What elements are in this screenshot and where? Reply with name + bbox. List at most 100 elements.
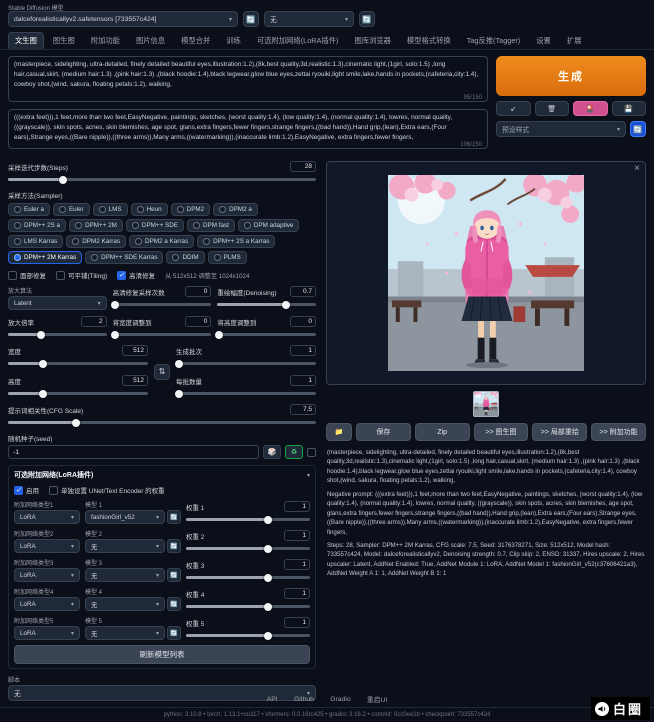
slider-knob[interactable] <box>282 301 290 309</box>
hires-fix-checkbox[interactable]: 高清修复 <box>117 270 155 280</box>
tab-gallery[interactable]: 图库浏览器 <box>347 32 397 49</box>
lora-type-dropdown[interactable]: LoRA▾ <box>14 626 80 640</box>
api-link[interactable]: API <box>267 696 278 703</box>
swap-dimensions-button[interactable]: ⇅ <box>154 364 170 380</box>
refresh-vae-button[interactable]: 🔄 <box>359 11 375 27</box>
sampler-option[interactable]: Euler a <box>8 203 50 216</box>
resize-height-slider[interactable] <box>217 333 316 336</box>
refresh-lora-button[interactable]: 🔄 <box>167 597 181 611</box>
face-restore-checkbox[interactable]: 面部修复 <box>8 270 46 280</box>
sampler-option[interactable]: DPM2 Karras <box>66 235 126 248</box>
lora-model-dropdown[interactable]: 无▾ <box>85 539 165 553</box>
send-to-inpaint-button[interactable]: >> 局部重绘 <box>532 423 587 441</box>
slider-knob[interactable] <box>264 632 272 640</box>
sampler-option[interactable]: Heun <box>131 203 168 216</box>
tab-pnginfo[interactable]: 图片信息 <box>129 32 172 49</box>
tiling-checkbox[interactable]: 可平铺(Tiling) <box>56 270 107 280</box>
open-folder-button[interactable]: 📁 <box>326 423 352 441</box>
tab-merge[interactable]: 模型合并 <box>174 32 217 49</box>
restart-ui-link[interactable]: 重启UI <box>351 694 388 704</box>
lora-separate-weights-checkbox[interactable]: 单独设置 UNet/Text Encoder 的权重 <box>49 485 165 495</box>
slider-knob[interactable] <box>39 360 47 368</box>
lora-weight-slider[interactable] <box>186 547 310 550</box>
sampler-option[interactable]: DPM2 a Karras <box>129 235 194 248</box>
tab-extras[interactable]: 附加功能 <box>84 32 127 49</box>
sampler-option[interactable]: DPM++ SDE <box>126 219 184 232</box>
clear-prompt-button[interactable]: 🗑 <box>535 101 570 116</box>
lora-weight-slider[interactable] <box>186 576 310 579</box>
sampler-option[interactable]: DDIM <box>166 251 204 264</box>
upscale-by-slider[interactable] <box>8 333 107 336</box>
tab-converter[interactable]: 模型格式转换 <box>400 32 458 49</box>
lora-type-dropdown[interactable]: LoRA▾ <box>14 510 80 524</box>
lora-type-dropdown[interactable]: LoRA▾ <box>14 568 80 582</box>
lora-accordion-header[interactable]: 可选附加网络(LoRA插件) ▾ <box>14 470 310 480</box>
steps-value[interactable]: 28 <box>290 161 316 172</box>
generate-button[interactable]: 生成 <box>496 56 646 96</box>
paste-params-button[interactable]: ↙ <box>496 101 531 116</box>
send-to-img2img-button[interactable]: >> 图生图 <box>474 423 529 441</box>
steps-slider[interactable] <box>8 178 316 181</box>
github-link[interactable]: Github <box>278 696 314 703</box>
tab-tagger[interactable]: Tag反推(Tagger) <box>460 32 528 49</box>
lora-model-dropdown[interactable]: 无▾ <box>85 626 165 640</box>
refresh-checkpoint-button[interactable]: 🔄 <box>243 11 259 27</box>
lora-model-dropdown[interactable]: 无▾ <box>85 597 165 611</box>
refresh-lora-button[interactable]: 🔄 <box>167 568 181 582</box>
sampler-option[interactable]: DPM++ 2S a <box>8 219 66 232</box>
sampler-option[interactable]: LMS Karras <box>8 235 63 248</box>
slider-knob[interactable] <box>175 360 183 368</box>
gradio-link[interactable]: Gradio <box>314 696 351 703</box>
extra-networks-button[interactable]: 🎴 <box>573 101 608 116</box>
sampler-option[interactable]: LMS <box>93 203 128 216</box>
refresh-lora-button[interactable]: 🔄 <box>167 539 181 553</box>
slider-knob[interactable] <box>39 390 47 398</box>
random-seed-button[interactable]: 🎲 <box>263 445 281 459</box>
save-button[interactable]: 保存 <box>356 423 411 441</box>
lora-weight-slider[interactable] <box>186 605 310 608</box>
refresh-model-list-button[interactable]: 刷新模型列表 <box>14 645 310 664</box>
tab-settings[interactable]: 设置 <box>529 32 558 49</box>
width-slider[interactable] <box>8 362 148 365</box>
denoising-slider[interactable] <box>217 303 316 306</box>
lora-model-dropdown[interactable]: fashionGirl_v52▾ <box>85 510 165 524</box>
sampler-option[interactable]: Euler <box>53 203 90 216</box>
tab-img2img[interactable]: 图生图 <box>46 32 82 49</box>
batch-size-slider[interactable] <box>176 392 316 395</box>
send-to-extras-button[interactable]: >> 附加功能 <box>591 423 646 441</box>
positive-prompt-input[interactable]: (masterpiece, sidelighting, ultra-detail… <box>8 56 488 102</box>
slider-knob[interactable] <box>59 176 67 184</box>
batch-count-slider[interactable] <box>176 362 316 365</box>
extra-seed-checkbox[interactable] <box>307 448 316 457</box>
sampler-option[interactable]: PLMS <box>208 251 247 264</box>
vae-dropdown[interactable]: 无 ▾ <box>264 11 354 27</box>
styles-dropdown[interactable]: 预设样式 ▾ <box>496 121 626 137</box>
apply-style-button[interactable]: 🔄 <box>630 121 646 137</box>
sampler-option[interactable]: DPM fast <box>187 219 235 232</box>
slider-knob[interactable] <box>111 301 119 309</box>
tab-txt2img[interactable]: 文生图 <box>8 32 44 49</box>
slider-knob[interactable] <box>37 331 45 339</box>
slider-knob[interactable] <box>175 390 183 398</box>
tab-extensions[interactable]: 扩展 <box>560 32 589 49</box>
sampler-option[interactable]: DPM adaptive <box>238 219 300 232</box>
generated-image[interactable] <box>388 175 584 371</box>
save-style-button[interactable]: 💾 <box>612 101 647 116</box>
refresh-lora-button[interactable]: 🔄 <box>167 510 181 524</box>
lora-type-dropdown[interactable]: LoRA▾ <box>14 597 80 611</box>
sampler-option[interactable]: DPM2 a <box>213 203 258 216</box>
sampler-option[interactable]: DPM++ 2M <box>69 219 123 232</box>
slider-knob[interactable] <box>264 574 272 582</box>
sampler-option[interactable]: DPM2 <box>171 203 211 216</box>
tab-lora[interactable]: 可选附加网络(LoRA插件) <box>250 32 346 49</box>
refresh-lora-button[interactable]: 🔄 <box>167 626 181 640</box>
tab-train[interactable]: 训练 <box>219 32 248 49</box>
zip-button[interactable]: Zip <box>415 423 470 441</box>
checkpoint-dropdown[interactable]: dalceforealisticallyv2.safetensors [7335… <box>8 11 238 27</box>
gallery-thumbnail[interactable] <box>473 391 499 417</box>
slider-knob[interactable] <box>264 603 272 611</box>
upscaler-dropdown[interactable]: Latent ▾ <box>8 296 107 310</box>
sampler-option-selected[interactable]: DPM++ 2M Karras <box>8 251 82 264</box>
cfg-slider[interactable] <box>8 421 316 424</box>
height-slider[interactable] <box>8 392 148 395</box>
